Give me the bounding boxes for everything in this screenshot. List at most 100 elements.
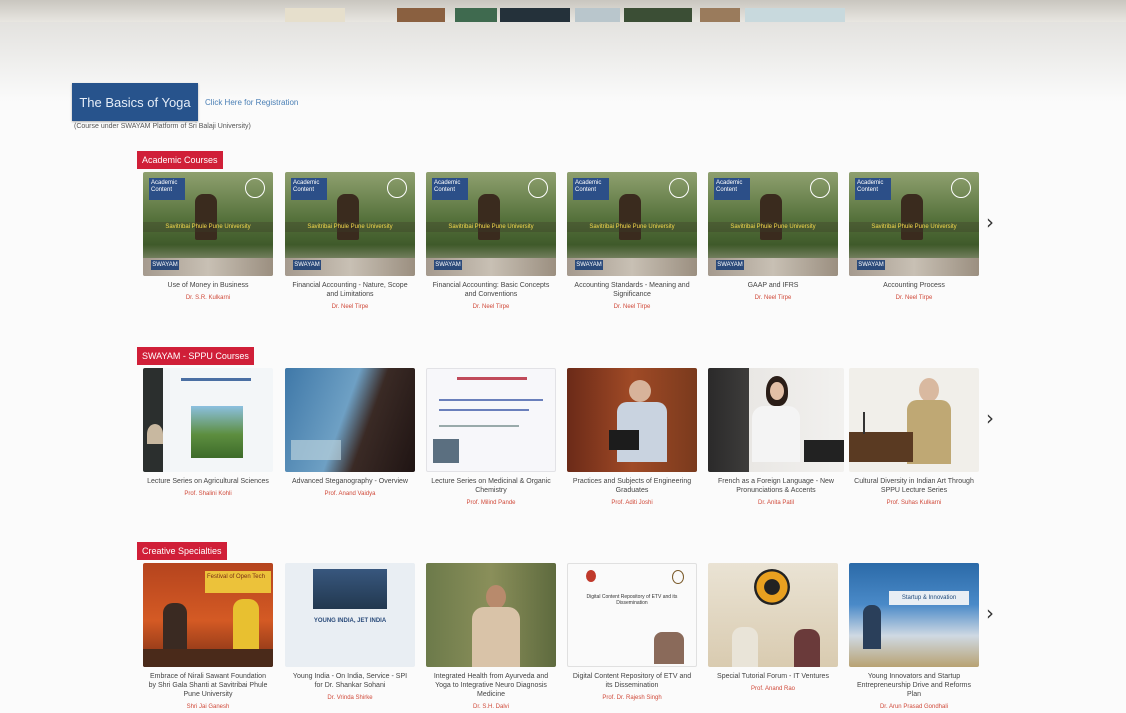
academic-content-badge: Academic Content	[432, 178, 468, 200]
presenter-image	[147, 424, 163, 444]
course-title[interactable]: French as a Foreign Language - New Pronu…	[708, 477, 844, 495]
course-title[interactable]: Lecture Series on Medicinal & Organic Ch…	[426, 477, 556, 495]
laptop-image	[804, 440, 844, 462]
course-title[interactable]: Use of Money in Business	[143, 281, 273, 290]
course-thumbnail[interactable]: Academic Content Savitribai Phule Pune U…	[708, 172, 838, 276]
course-thumbnail[interactable]	[143, 368, 273, 472]
course-card[interactable]: Academic Content Savitribai Phule Pune U…	[426, 172, 556, 311]
person-image	[732, 627, 758, 667]
course-card[interactable]: French as a Foreign Language - New Pronu…	[708, 368, 844, 507]
course-author: Dr. Neel Tirpe	[754, 295, 792, 301]
course-author: Dr. Neel Tirpe	[331, 304, 369, 310]
course-card[interactable]: YOUNG INDIA, JET INDIA Young India - On …	[285, 563, 415, 702]
course-thumbnail[interactable]: Festival of Open Tech	[143, 563, 273, 667]
course-card[interactable]: Practices and Subjects of Engineering Gr…	[567, 368, 697, 507]
course-card[interactable]: Academic Content Savitribai Phule Pune U…	[567, 172, 697, 311]
course-card[interactable]: Lecture Series on Agricultural Sciences …	[143, 368, 273, 498]
course-card[interactable]: Special Tutorial Forum - IT Ventures Pro…	[708, 563, 838, 693]
presenter-inset-image	[433, 439, 459, 463]
swayam-logo: SWAYAM	[575, 260, 603, 270]
course-title[interactable]: Lecture Series on Agricultural Sciences	[143, 477, 273, 486]
course-thumbnail[interactable]: Academic Content Savitribai Phule Pune U…	[285, 172, 415, 276]
course-title[interactable]: Practices and Subjects of Engineering Gr…	[567, 477, 697, 495]
course-thumbnail[interactable]	[708, 368, 844, 472]
next-arrow-icon[interactable]: ›	[986, 408, 994, 428]
university-emblem-icon	[669, 178, 689, 198]
slide-heading-line	[457, 377, 527, 380]
course-thumbnail[interactable]	[426, 563, 556, 667]
featured-course-subtitle: (Course under SWAYAM Platform of Sri Bal…	[74, 123, 251, 130]
course-thumbnail[interactable]: Digital Content Repository of ETV and it…	[567, 563, 697, 667]
person-image	[233, 599, 259, 653]
course-card[interactable]: Digital Content Repository of ETV and it…	[567, 563, 697, 702]
course-thumbnail[interactable]: Academic Content Savitribai Phule Pune U…	[849, 172, 979, 276]
course-card[interactable]: Startup & Innovation Young Innovators an…	[849, 563, 979, 711]
course-author: Dr. Neel Tirpe	[895, 295, 933, 301]
section-label-academic-courses: Academic Courses	[137, 151, 223, 169]
course-author: Prof. Anand Vaidya	[324, 491, 376, 497]
strip-photo	[455, 8, 497, 22]
course-title[interactable]: Advanced Steganography - Overview	[285, 477, 415, 486]
course-author: Prof. Shalini Kohli	[184, 491, 232, 497]
course-thumbnail[interactable]: Academic Content Savitribai Phule Pune U…	[143, 172, 273, 276]
course-author: Dr. S.H. Dalvi	[472, 704, 509, 710]
course-thumbnail[interactable]	[567, 368, 697, 472]
course-title[interactable]: Embrace of Nirali Sawant Foundation by S…	[143, 672, 273, 699]
next-arrow-icon[interactable]: ›	[986, 212, 994, 232]
speaker-body-image	[752, 406, 800, 462]
academic-content-badge: Academic Content	[714, 178, 750, 200]
course-card[interactable]: Academic Content Savitribai Phule Pune U…	[285, 172, 415, 311]
person-image	[163, 603, 187, 653]
course-title[interactable]: Integrated Health from Ayurveda and Yoga…	[426, 672, 556, 699]
course-title[interactable]: Young Innovators and Startup Entrepreneu…	[849, 672, 979, 699]
course-thumbnail[interactable]: Academic Content Savitribai Phule Pune U…	[567, 172, 697, 276]
university-logo-icon	[586, 570, 596, 582]
course-thumbnail[interactable]: Startup & Innovation	[849, 563, 979, 667]
course-card[interactable]: Integrated Health from Ayurveda and Yoga…	[426, 563, 556, 711]
course-title[interactable]: Accounting Process	[849, 281, 979, 290]
course-author: Dr. Neel Tirpe	[613, 304, 651, 310]
university-name-band: Savitribai Phule Pune University	[849, 222, 979, 232]
speaker-body-image	[472, 607, 520, 667]
registration-link[interactable]: Click Here for Registration	[205, 98, 298, 107]
course-title[interactable]: Accounting Standards - Meaning and Signi…	[567, 281, 697, 299]
course-thumbnail[interactable]: Academic Content Savitribai Phule Pune U…	[426, 172, 556, 276]
academic-content-badge: Academic Content	[291, 178, 327, 200]
course-card[interactable]: Lecture Series on Medicinal & Organic Ch…	[426, 368, 556, 507]
landscape-photo	[191, 406, 243, 458]
course-title[interactable]: Financial Accounting - Nature, Scope and…	[285, 281, 415, 299]
featured-course-banner[interactable]: The Basics of Yoga	[72, 83, 198, 121]
course-author: Prof. Suhas Kulkarni	[886, 500, 942, 506]
podium-image	[849, 432, 913, 462]
horse-statue-image	[760, 194, 782, 240]
course-thumbnail[interactable]	[426, 368, 556, 472]
swayam-logo: SWAYAM	[857, 260, 885, 270]
course-card[interactable]: Cultural Diversity in Indian Art Through…	[849, 368, 979, 507]
strip-photo	[700, 8, 740, 22]
laptop-image	[609, 430, 639, 450]
course-thumbnail[interactable]	[708, 563, 838, 667]
course-title[interactable]: Cultural Diversity in Indian Art Through…	[849, 477, 979, 495]
strip-photo	[500, 8, 570, 22]
strip-photo	[575, 8, 620, 22]
course-card[interactable]: Advanced Steganography - Overview Prof. …	[285, 368, 415, 498]
course-author: Dr. Neel Tirpe	[472, 304, 510, 310]
course-title[interactable]: Young India - On India, Service - SPI fo…	[285, 672, 415, 690]
speaker-face-image	[770, 382, 784, 400]
course-title[interactable]: Financial Accounting: Basic Concepts and…	[426, 281, 556, 299]
course-card[interactable]: Academic Content Savitribai Phule Pune U…	[849, 172, 979, 302]
course-thumbnail[interactable]: YOUNG INDIA, JET INDIA	[285, 563, 415, 667]
course-title[interactable]: Digital Content Repository of ETV and it…	[567, 672, 697, 690]
course-title[interactable]: GAAP and IFRS	[708, 281, 838, 290]
course-card[interactable]: Academic Content Savitribai Phule Pune U…	[143, 172, 273, 302]
course-thumbnail[interactable]	[849, 368, 979, 472]
course-card[interactable]: Academic Content Savitribai Phule Pune U…	[708, 172, 838, 302]
course-title[interactable]: Special Tutorial Forum - IT Ventures	[708, 672, 838, 681]
next-arrow-icon[interactable]: ›	[986, 603, 994, 623]
course-thumbnail[interactable]	[285, 368, 415, 472]
academic-content-badge: Academic Content	[573, 178, 609, 200]
swayam-logo: SWAYAM	[716, 260, 744, 270]
course-author: Dr. Anita Patil	[757, 500, 795, 506]
course-author: Prof. Dr. Rajesh Singh	[602, 695, 662, 701]
course-card[interactable]: Festival of Open Tech Embrace of Nirali …	[143, 563, 273, 711]
